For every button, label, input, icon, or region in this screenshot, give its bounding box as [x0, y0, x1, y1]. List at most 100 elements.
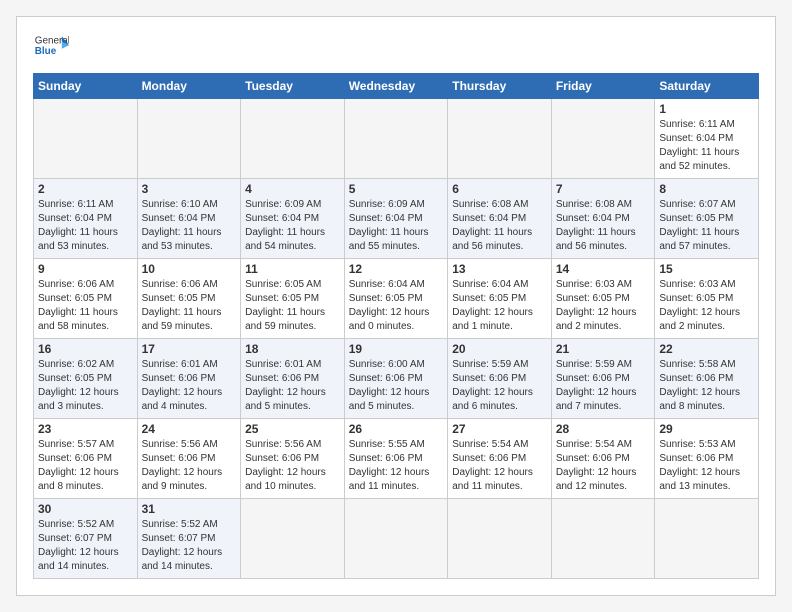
- calendar-cell: 17Sunrise: 6:01 AM Sunset: 6:06 PM Dayli…: [137, 339, 241, 419]
- calendar-week-2: 2Sunrise: 6:11 AM Sunset: 6:04 PM Daylig…: [34, 179, 759, 259]
- header-day-thursday: Thursday: [448, 74, 552, 99]
- calendar-cell: 16 Sunrise: 6:02 AM Sunset: 6:05 PM Dayli…: [34, 339, 138, 419]
- day-number: 26: [349, 422, 444, 436]
- day-number: 1: [659, 102, 754, 116]
- calendar-page: General Blue SundayMondayTuesdayWednesda…: [16, 16, 776, 596]
- calendar-cell: 24 Sunrise: 5:56 AM Sunset: 6:06 PM Dayli…: [137, 419, 241, 499]
- calendar-cell: [448, 99, 552, 179]
- cell-info: Sunrise: 6:10 AM Sunset: 6:04 PM Dayligh…: [142, 198, 237, 254]
- day-number: 12: [349, 262, 444, 276]
- cell-info: Sunrise: 6:06 AM Sunset: 6:05 PM Dayligh…: [38, 278, 133, 334]
- cell-info: Sunrise: 5:53 AM Sunset: 6:06 PM Dayligh…: [659, 438, 754, 494]
- cell-info: Sunrise: 5:54 AM Sunset: 6:06 PM Dayligh…: [556, 438, 651, 494]
- day-number: 24: [142, 422, 237, 436]
- cell-info: Sunrise: 6:02 AM Sunset: 6:05 PM Dayligh…: [38, 358, 133, 414]
- calendar-cell: [34, 99, 138, 179]
- calendar-week-6: 30 Sunrise: 5:52 AM Sunset: 6:07 PM Dayli…: [34, 499, 759, 579]
- calendar-cell: [241, 99, 345, 179]
- calendar-cell: 4 Sunrise: 6:09 AM Sunset: 6:04 PM Daylig…: [241, 179, 345, 259]
- calendar-cell: [241, 499, 345, 579]
- cell-info: Sunrise: 5:58 AM Sunset: 6:06 PM Dayligh…: [659, 358, 754, 414]
- cell-info: Sunrise: 6:04 AM Sunset: 6:05 PM Dayligh…: [349, 278, 444, 334]
- day-number: 19: [349, 342, 444, 356]
- cell-info: Sunrise: 5:59 AM Sunset: 6:06 PM Dayligh…: [452, 358, 547, 414]
- calendar-cell: 9 Sunrise: 6:06 AM Sunset: 6:05 PM Daylig…: [34, 259, 138, 339]
- cell-info: Sunrise: 5:54 AM Sunset: 6:06 PM Dayligh…: [452, 438, 547, 494]
- day-number: 17: [142, 342, 237, 356]
- day-number: 16: [38, 342, 133, 356]
- cell-info: Sunrise: 6:03 AM Sunset: 6:05 PM Dayligh…: [659, 278, 754, 334]
- header-day-friday: Friday: [551, 74, 655, 99]
- calendar-cell: 31Sunrise: 5:52 AM Sunset: 6:07 PM Dayli…: [137, 499, 241, 579]
- cell-info: Sunrise: 6:01 AM Sunset: 6:06 PM Dayligh…: [245, 358, 340, 414]
- day-number: 20: [452, 342, 547, 356]
- cell-info: Sunrise: 6:08 AM Sunset: 6:04 PM Dayligh…: [452, 198, 547, 254]
- day-number: 5: [349, 182, 444, 196]
- calendar-week-4: 16 Sunrise: 6:02 AM Sunset: 6:05 PM Dayli…: [34, 339, 759, 419]
- calendar-cell: 28 Sunrise: 5:54 AM Sunset: 6:06 PM Dayli…: [551, 419, 655, 499]
- cell-info: Sunrise: 6:06 AM Sunset: 6:05 PM Dayligh…: [142, 278, 237, 334]
- calendar-cell: 6Sunrise: 6:08 AM Sunset: 6:04 PM Daylig…: [448, 179, 552, 259]
- header: General Blue: [33, 29, 759, 65]
- header-row: SundayMondayTuesdayWednesdayThursdayFrid…: [34, 74, 759, 99]
- day-number: 21: [556, 342, 651, 356]
- cell-info: Sunrise: 5:59 AM Sunset: 6:06 PM Dayligh…: [556, 358, 651, 414]
- cell-info: Sunrise: 5:56 AM Sunset: 6:06 PM Dayligh…: [245, 438, 340, 494]
- calendar-cell: 20 Sunrise: 5:59 AM Sunset: 6:06 PM Dayli…: [448, 339, 552, 419]
- header-day-monday: Monday: [137, 74, 241, 99]
- day-number: 28: [556, 422, 651, 436]
- day-number: 25: [245, 422, 340, 436]
- calendar-cell: 2Sunrise: 6:11 AM Sunset: 6:04 PM Daylig…: [34, 179, 138, 259]
- calendar-cell: 5Sunrise: 6:09 AM Sunset: 6:04 PM Daylig…: [344, 179, 448, 259]
- day-number: 22: [659, 342, 754, 356]
- cell-info: Sunrise: 5:55 AM Sunset: 6:06 PM Dayligh…: [349, 438, 444, 494]
- header-day-sunday: Sunday: [34, 74, 138, 99]
- calendar-header: SundayMondayTuesdayWednesdayThursdayFrid…: [34, 74, 759, 99]
- day-number: 3: [142, 182, 237, 196]
- header-day-tuesday: Tuesday: [241, 74, 345, 99]
- day-number: 9: [38, 262, 133, 276]
- day-number: 4: [245, 182, 340, 196]
- day-number: 14: [556, 262, 651, 276]
- cell-info: Sunrise: 6:11 AM Sunset: 6:04 PM Dayligh…: [659, 118, 754, 174]
- calendar-cell: 14Sunrise: 6:03 AM Sunset: 6:05 PM Dayli…: [551, 259, 655, 339]
- cell-info: Sunrise: 5:52 AM Sunset: 6:07 PM Dayligh…: [142, 518, 237, 574]
- calendar-table: SundayMondayTuesdayWednesdayThursdayFrid…: [33, 73, 759, 579]
- day-number: 23: [38, 422, 133, 436]
- cell-info: Sunrise: 6:09 AM Sunset: 6:04 PM Dayligh…: [245, 198, 340, 254]
- cell-info: Sunrise: 6:04 AM Sunset: 6:05 PM Dayligh…: [452, 278, 547, 334]
- cell-info: Sunrise: 5:57 AM Sunset: 6:06 PM Dayligh…: [38, 438, 133, 494]
- calendar-week-5: 23 Sunrise: 5:57 AM Sunset: 6:06 PM Dayli…: [34, 419, 759, 499]
- cell-info: Sunrise: 5:56 AM Sunset: 6:06 PM Dayligh…: [142, 438, 237, 494]
- calendar-cell: 3 Sunrise: 6:10 AM Sunset: 6:04 PM Daylig…: [137, 179, 241, 259]
- day-number: 11: [245, 262, 340, 276]
- generalblue-logo-icon: General Blue: [33, 29, 69, 65]
- day-number: 2: [38, 182, 133, 196]
- day-number: 13: [452, 262, 547, 276]
- calendar-cell: 15Sunrise: 6:03 AM Sunset: 6:05 PM Dayli…: [655, 259, 759, 339]
- header-day-saturday: Saturday: [655, 74, 759, 99]
- day-number: 29: [659, 422, 754, 436]
- svg-text:Blue: Blue: [35, 46, 57, 57]
- cell-info: Sunrise: 6:00 AM Sunset: 6:06 PM Dayligh…: [349, 358, 444, 414]
- calendar-cell: 1 Sunrise: 6:11 AM Sunset: 6:04 PM Daylig…: [655, 99, 759, 179]
- day-number: 10: [142, 262, 237, 276]
- calendar-cell: 13 Sunrise: 6:04 AM Sunset: 6:05 PM Dayli…: [448, 259, 552, 339]
- day-number: 30: [38, 502, 133, 516]
- cell-info: Sunrise: 6:07 AM Sunset: 6:05 PM Dayligh…: [659, 198, 754, 254]
- day-number: 8: [659, 182, 754, 196]
- cell-info: Sunrise: 6:05 AM Sunset: 6:05 PM Dayligh…: [245, 278, 340, 334]
- calendar-body: 1 Sunrise: 6:11 AM Sunset: 6:04 PM Daylig…: [34, 99, 759, 579]
- calendar-cell: 11 Sunrise: 6:05 AM Sunset: 6:05 PM Dayli…: [241, 259, 345, 339]
- calendar-cell: 30Sunrise: 5:52 AM Sunset: 6:07 PM Dayli…: [34, 499, 138, 579]
- day-number: 18: [245, 342, 340, 356]
- calendar-cell: [655, 499, 759, 579]
- calendar-cell: 26 Sunrise: 5:55 AM Sunset: 6:06 PM Dayli…: [344, 419, 448, 499]
- day-number: 27: [452, 422, 547, 436]
- calendar-cell: 18 Sunrise: 6:01 AM Sunset: 6:06 PM Dayli…: [241, 339, 345, 419]
- calendar-cell: [551, 499, 655, 579]
- calendar-cell: [551, 99, 655, 179]
- calendar-week-3: 9 Sunrise: 6:06 AM Sunset: 6:05 PM Daylig…: [34, 259, 759, 339]
- calendar-cell: 19 Sunrise: 6:00 AM Sunset: 6:06 PM Dayli…: [344, 339, 448, 419]
- calendar-cell: [137, 99, 241, 179]
